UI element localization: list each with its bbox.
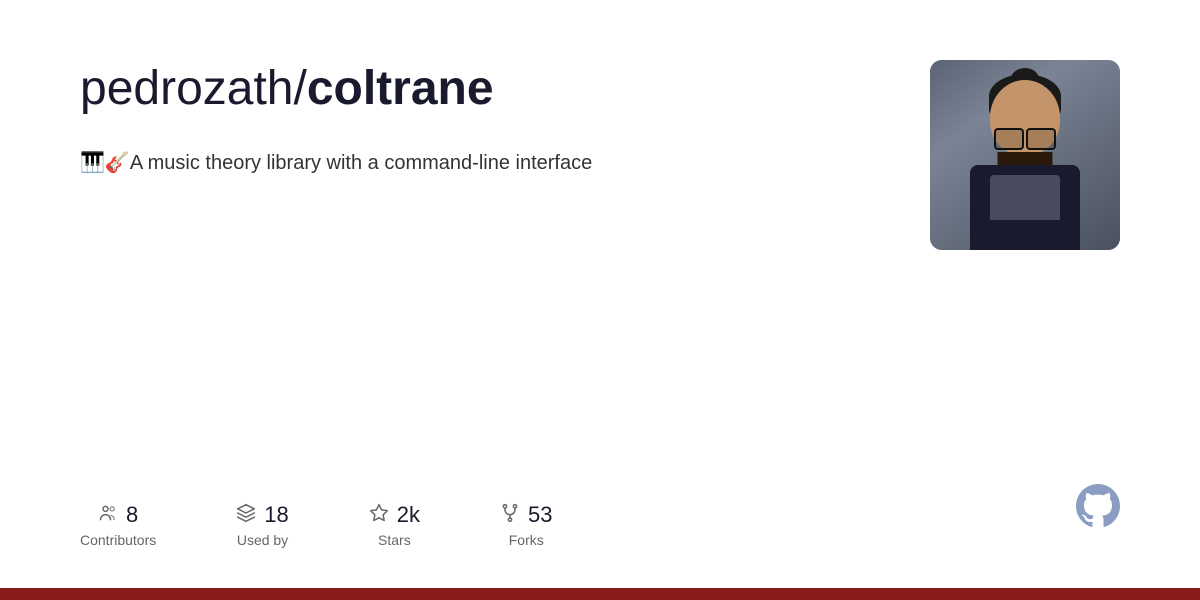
title-area: pedrozath/coltrane 🎹🎸A music theory libr… (80, 60, 870, 178)
stars-label: Stars (378, 532, 411, 548)
github-icon (1076, 484, 1120, 528)
avatar (930, 60, 1120, 250)
fork-icon (500, 503, 520, 527)
repo-owner: pedrozath/ (80, 62, 307, 115)
bottom-bar (0, 588, 1200, 600)
contributors-count: 8 (126, 502, 138, 528)
star-icon (369, 503, 389, 527)
stars-count: 2k (397, 502, 420, 528)
stat-top-forks: 53 (500, 502, 552, 528)
stat-top-contributors: 8 (98, 502, 138, 528)
main-content: pedrozath/coltrane 🎹🎸A music theory libr… (0, 0, 1200, 588)
stat-used-by[interactable]: 18 Used by (236, 502, 288, 548)
contributors-label: Contributors (80, 532, 156, 548)
repo-description: 🎹🎸A music theory library with a command-… (80, 148, 780, 178)
repo-emoji: 🎹🎸 (80, 152, 130, 174)
stat-top-stars: 2k (369, 502, 420, 528)
stat-top-used-by: 18 (236, 502, 288, 528)
stat-stars[interactable]: 2k Stars (369, 502, 420, 548)
github-logo-area[interactable] (1076, 484, 1120, 533)
forks-count: 53 (528, 502, 552, 528)
repo-title: pedrozath/coltrane (80, 60, 870, 118)
stat-contributors[interactable]: 8 Contributors (80, 502, 156, 548)
header-section: pedrozath/coltrane 🎹🎸A music theory libr… (80, 60, 1120, 250)
repo-description-text: A music theory library with a command-li… (130, 152, 592, 174)
avatar-background (930, 60, 1120, 250)
package-icon (236, 503, 256, 527)
glasses (994, 128, 1056, 146)
used-by-label: Used by (237, 532, 288, 548)
shirt (990, 175, 1060, 220)
stat-forks[interactable]: 53 Forks (500, 502, 552, 548)
people-icon (98, 503, 118, 527)
avatar-area (930, 60, 1120, 250)
head (990, 80, 1060, 155)
stats-section: 8 Contributors 18 Used by (80, 462, 1120, 548)
used-by-count: 18 (264, 502, 288, 528)
repo-name: coltrane (307, 62, 494, 115)
forks-label: Forks (509, 532, 544, 548)
body (970, 165, 1080, 250)
